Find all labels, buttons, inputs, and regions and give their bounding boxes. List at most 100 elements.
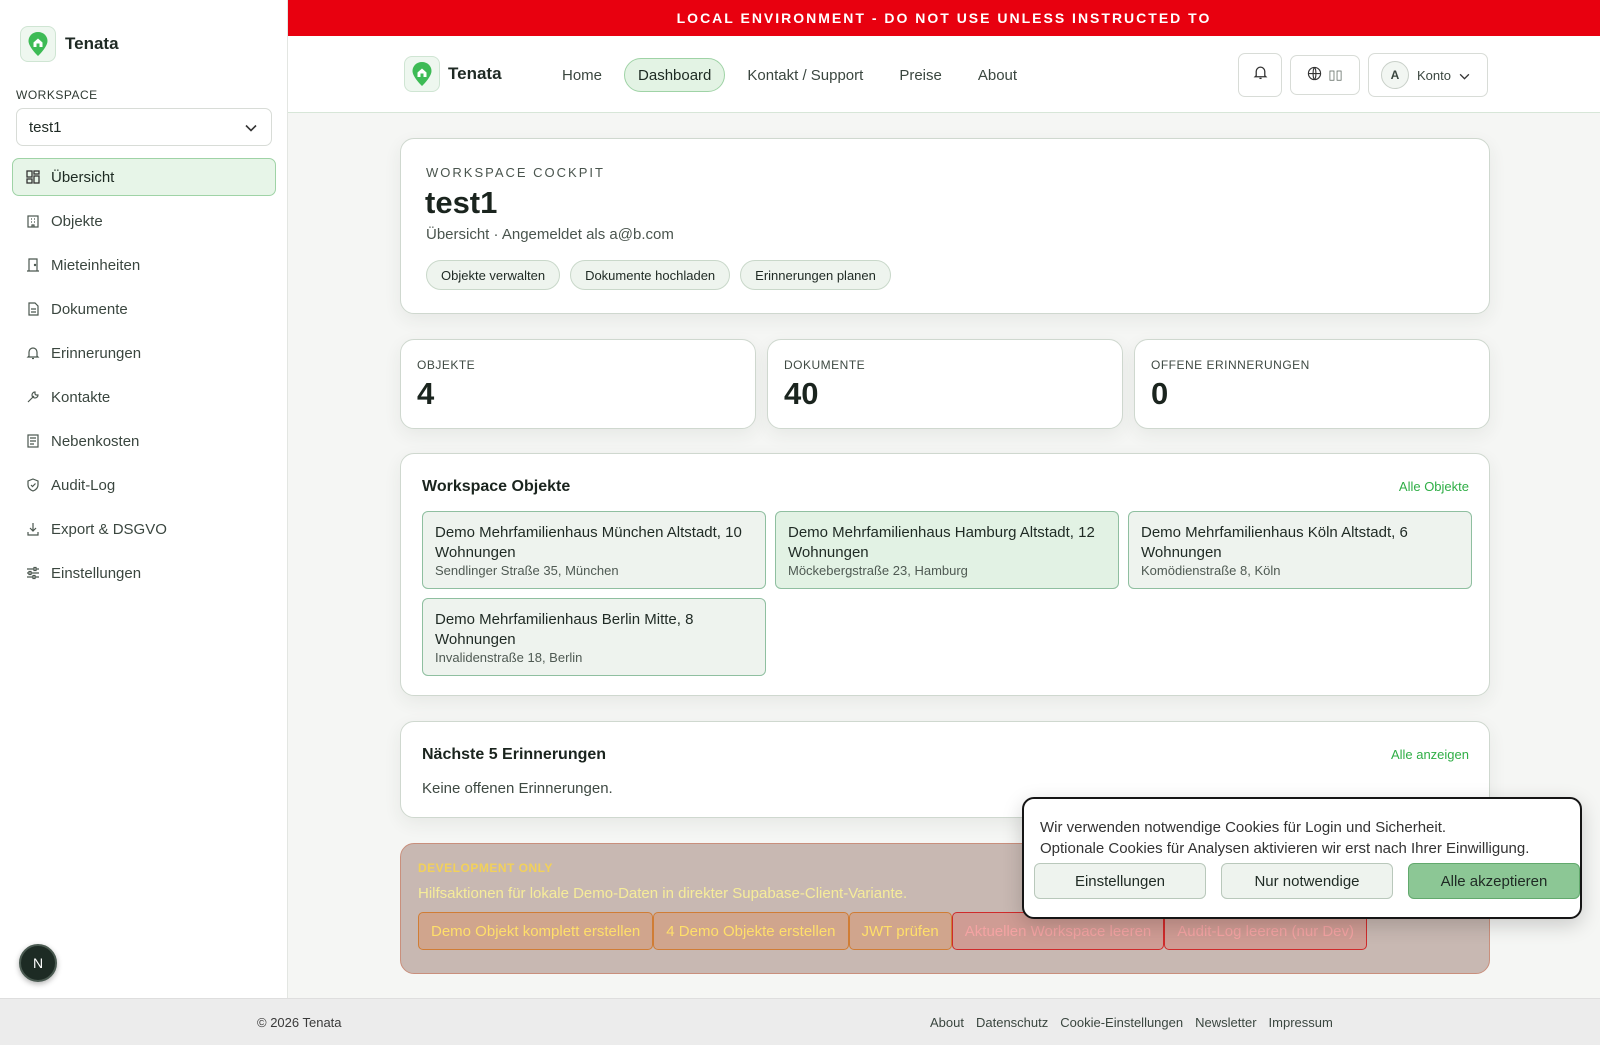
cockpit-subtitle: Übersicht · Angemeldet als a@b.com <box>426 226 674 243</box>
cookie-necessary-only-button[interactable]: Nur notwendige <box>1221 863 1393 899</box>
sidebar-item-export[interactable]: Export & DSGVO <box>12 510 276 548</box>
workspace-cockpit-card: WORKSPACE COCKPIT test1 Übersicht · Ange… <box>400 138 1490 314</box>
object-name: Demo Mehrfamilienhaus Köln Altstadt, 6 W… <box>1141 524 1408 561</box>
stat-card-dokumente: DOKUMENTE 40 <box>767 339 1123 429</box>
shield-icon <box>25 477 41 493</box>
notifications-button[interactable] <box>1238 53 1282 97</box>
quick-actions: Objekte verwalten Dokumente hochladen Er… <box>426 260 891 290</box>
nav-kontakt-support[interactable]: Kontakt / Support <box>733 58 877 92</box>
sidebar-item-label: Kontakte <box>51 388 111 406</box>
object-card[interactable]: Demo Mehrfamilienhaus Köln Altstadt, 6 W… <box>1128 511 1472 589</box>
cookie-actions: Einstellungen Nur notwendige Alle akzept… <box>1034 863 1580 899</box>
footer-link-cookie-einstellungen[interactable]: Cookie-Einstellungen <box>1060 1015 1183 1030</box>
cookie-settings-button[interactable]: Einstellungen <box>1034 863 1206 899</box>
door-icon <box>25 257 41 273</box>
cookie-text: Wir verwenden notwendige Cookies für Log… <box>1040 817 1529 859</box>
object-name: Demo Mehrfamilienhaus Hamburg Altstadt, … <box>788 524 1095 561</box>
object-card[interactable]: Demo Mehrfamilienhaus Berlin Mitte, 8 Wo… <box>422 598 766 676</box>
erinnerungen-planen-button[interactable]: Erinnerungen planen <box>740 260 891 290</box>
sidebar-item-label: Einstellungen <box>51 564 142 582</box>
globe-icon <box>1307 66 1322 84</box>
stat-value: 40 <box>784 376 819 411</box>
cookie-accept-all-button[interactable]: Alle akzeptieren <box>1408 863 1580 899</box>
sidebar-item-mieteinheiten[interactable]: Mieteinheiten <box>12 246 276 284</box>
object-address: Möckebergstraße 23, Hamburg <box>788 563 968 578</box>
stat-value: 4 <box>417 376 435 411</box>
object-card[interactable]: Demo Mehrfamilienhaus München Altstadt, … <box>422 511 766 589</box>
stat-card-objekte: OBJEKTE 4 <box>400 339 756 429</box>
dev-label: DEVELOPMENT ONLY <box>418 861 553 875</box>
language-switcher[interactable]: ▯▯ <box>1290 55 1360 95</box>
language-label: ▯▯ <box>1328 67 1343 82</box>
sidebar-item-uebersicht[interactable]: Übersicht <box>12 158 276 196</box>
sidebar-item-audit-log[interactable]: Audit-Log <box>12 466 276 504</box>
cookie-text-line: Wir verwenden notwendige Cookies für Log… <box>1040 819 1447 836</box>
header-brand[interactable]: Tenata <box>404 56 502 92</box>
workspace-select[interactable]: test1 <box>16 108 272 146</box>
create-demo-object-button[interactable]: Demo Objekt komplett erstellen <box>418 912 654 950</box>
logo-icon <box>20 26 56 62</box>
all-reminders-link[interactable]: Alle anzeigen <box>1391 747 1469 762</box>
stat-label: OFFENE ERINNERUNGEN <box>1151 358 1310 372</box>
wrench-icon <box>25 389 41 405</box>
sidebar: Tenata WORKSPACE test1 Übersicht Objekte… <box>0 0 288 998</box>
footer-link-impressum[interactable]: Impressum <box>1269 1015 1333 1030</box>
nav-preise[interactable]: Preise <box>885 58 956 92</box>
footer-link-about[interactable]: About <box>930 1015 964 1030</box>
sidebar-item-label: Übersicht <box>51 168 115 186</box>
copyright: © 2026 Tenata <box>257 1015 342 1030</box>
sidebar-item-label: Erinnerungen <box>51 344 142 362</box>
bell-icon <box>1253 65 1268 85</box>
footer-link-newsletter[interactable]: Newsletter <box>1195 1015 1256 1030</box>
nav-home[interactable]: Home <box>548 58 616 92</box>
stat-value: 0 <box>1151 376 1169 411</box>
workspace-label: WORKSPACE <box>16 88 98 102</box>
object-name: Demo Mehrfamilienhaus München Altstadt, … <box>435 524 742 561</box>
empty-state: Keine offenen Erinnerungen. <box>422 780 613 797</box>
download-icon <box>25 521 41 537</box>
cookie-text-line: Optionale Cookies für Analysen aktiviere… <box>1040 840 1530 857</box>
logo-icon <box>404 56 440 92</box>
sliders-icon <box>25 565 41 581</box>
cookie-consent-dialog: Wir verwenden notwendige Cookies für Log… <box>1022 797 1582 919</box>
sidebar-item-nebenkosten[interactable]: Nebenkosten <box>12 422 276 460</box>
nav-about[interactable]: About <box>964 58 1031 92</box>
footer-link-datenschutz[interactable]: Datenschutz <box>976 1015 1048 1030</box>
objekte-verwalten-button[interactable]: Objekte verwalten <box>426 260 561 290</box>
sidebar-item-label: Dokumente <box>51 300 128 318</box>
check-jwt-button[interactable]: JWT prüfen <box>848 912 952 950</box>
cockpit-eyebrow: WORKSPACE COCKPIT <box>426 165 605 180</box>
brand-name: Tenata <box>448 64 502 83</box>
chevron-down-icon <box>1459 68 1470 83</box>
page-title: test1 <box>425 185 498 220</box>
sidebar-item-kontakte[interactable]: Kontakte <box>12 378 276 416</box>
sidebar-item-label: Export & DSGVO <box>51 520 167 538</box>
workspace-objects-card: Workspace Objekte Alle Objekte Demo Mehr… <box>400 453 1490 696</box>
dokumente-hochladen-button[interactable]: Dokumente hochladen <box>570 260 731 290</box>
sidebar-item-dokumente[interactable]: Dokumente <box>12 290 276 328</box>
stat-label: OBJEKTE <box>417 358 476 372</box>
workspace-value: test1 <box>29 118 62 136</box>
account-label: Konto <box>1417 67 1451 83</box>
brand-name: Tenata <box>65 34 119 53</box>
sidebar-item-erinnerungen[interactable]: Erinnerungen <box>12 334 276 372</box>
footer-links: About Datenschutz Cookie-Einstellungen N… <box>930 1015 1333 1030</box>
stat-card-erinnerungen: OFFENE ERINNERUNGEN 0 <box>1134 339 1490 429</box>
sidebar-item-objekte[interactable]: Objekte <box>12 202 276 240</box>
object-address: Invalidenstraße 18, Berlin <box>435 650 583 665</box>
object-name: Demo Mehrfamilienhaus Berlin Mitte, 8 Wo… <box>435 611 694 648</box>
nav-dashboard[interactable]: Dashboard <box>624 58 726 92</box>
create-4-demo-objects-button[interactable]: 4 Demo Objekte erstellen <box>653 912 849 950</box>
sidebar-item-einstellungen[interactable]: Einstellungen <box>12 554 276 592</box>
sidebar-brand[interactable]: Tenata <box>20 26 119 62</box>
section-title: Workspace Objekte <box>422 478 571 495</box>
dev-description: Hilfsaktionen für lokale Demo-Daten in d… <box>418 885 908 902</box>
object-list: Demo Mehrfamilienhaus München Altstadt, … <box>422 511 1472 676</box>
object-address: Komödienstraße 8, Köln <box>1141 563 1281 578</box>
dev-tools-badge[interactable]: N <box>19 944 57 982</box>
all-objects-link[interactable]: Alle Objekte <box>1399 479 1469 494</box>
object-card[interactable]: Demo Mehrfamilienhaus Hamburg Altstadt, … <box>775 511 1119 589</box>
building-icon <box>25 213 41 229</box>
account-menu[interactable]: A Konto <box>1368 53 1488 97</box>
section-title: Nächste 5 Erinnerungen <box>422 746 607 763</box>
